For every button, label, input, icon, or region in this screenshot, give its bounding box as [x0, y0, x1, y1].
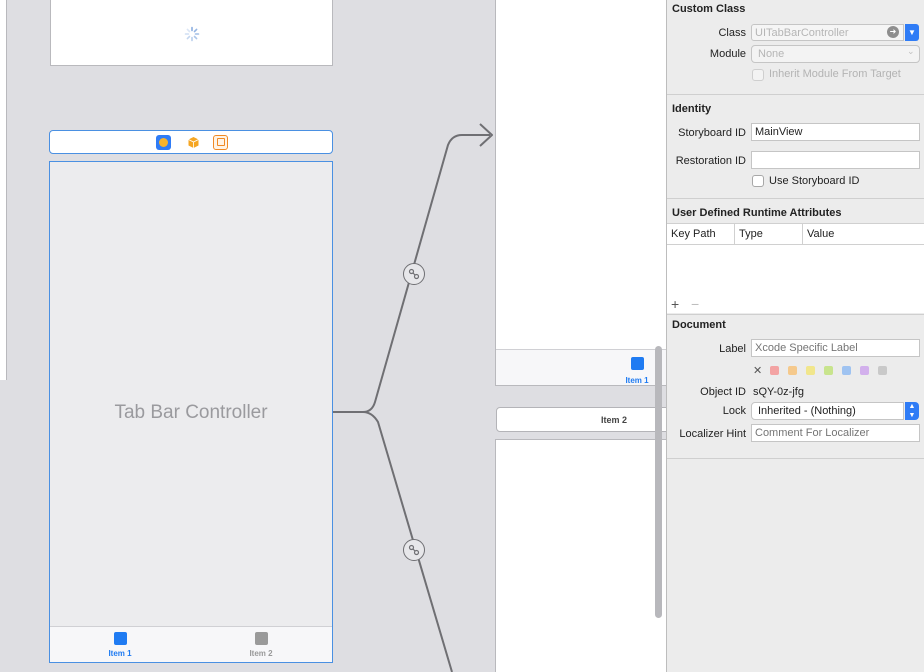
- use-storyboard-id-label: Use Storyboard ID: [769, 175, 860, 187]
- document-label-input[interactable]: [751, 339, 920, 357]
- column-divider: [734, 224, 735, 244]
- object-id-label: Object ID: [700, 386, 746, 398]
- document-label-label: Label: [719, 343, 746, 355]
- item-1-scene[interactable]: Item 1: [495, 0, 666, 386]
- color-label-swatch[interactable]: [860, 366, 869, 375]
- identity-title: Identity: [672, 103, 712, 115]
- runtime-attributes-header: Key Path Type Value: [667, 223, 924, 245]
- separator: [667, 458, 924, 459]
- storyboard-id-input[interactable]: [751, 123, 920, 141]
- inherit-module-checkbox[interactable]: [752, 69, 764, 81]
- separator: [667, 94, 924, 95]
- item-1-tab-bar[interactable]: Item 1: [496, 349, 666, 385]
- lock-label: Lock: [722, 405, 746, 417]
- relationship-segue-icon[interactable]: [403, 539, 425, 561]
- color-label-swatch[interactable]: [770, 366, 779, 375]
- class-jump-arrow-icon[interactable]: ➜: [887, 26, 899, 38]
- object-id-value: sQY-0z-jfg: [753, 386, 804, 398]
- canvas-vertical-scrollbar[interactable]: [655, 346, 662, 618]
- item-2-scene[interactable]: [495, 439, 666, 672]
- color-label-swatch[interactable]: [788, 366, 797, 375]
- item-2-scene-dock[interactable]: Item 2: [496, 407, 666, 432]
- identity-inspector: Custom Class Class UITabBarController ➜ …: [666, 0, 924, 672]
- separator: [667, 198, 924, 199]
- restoration-id-input[interactable]: [751, 151, 920, 169]
- relationship-segue-icon[interactable]: [403, 263, 425, 285]
- item-1-tab-icon: [630, 357, 644, 370]
- runtime-attributes-table[interactable]: + −: [667, 245, 924, 313]
- column-divider: [802, 224, 803, 244]
- storyboard-canvas[interactable]: Tab Bar Controller Item 1 Item 2 Item 1 …: [0, 0, 666, 672]
- column-value[interactable]: Value: [807, 228, 834, 240]
- custom-class-title: Custom Class: [672, 3, 746, 15]
- color-label-swatch[interactable]: [842, 366, 851, 375]
- column-type[interactable]: Type: [739, 228, 763, 240]
- runtime-attributes-title: User Defined Runtime Attributes: [672, 207, 842, 219]
- column-key-path[interactable]: Key Path: [671, 228, 716, 240]
- item-1-tab[interactable]: Item 1: [622, 357, 652, 385]
- lock-stepper-icon[interactable]: ▲ ▼: [905, 402, 919, 420]
- add-attribute-button[interactable]: +: [671, 297, 679, 311]
- class-label: Class: [718, 27, 746, 39]
- storyboard-id-label: Storyboard ID: [678, 127, 746, 139]
- use-storyboard-id-checkbox[interactable]: [752, 175, 764, 187]
- class-dropdown-chevron-icon[interactable]: ▼: [905, 24, 919, 41]
- class-field[interactable]: UITabBarController: [751, 24, 904, 41]
- lock-popup[interactable]: Inherited - (Nothing): [751, 402, 904, 420]
- color-label-swatch[interactable]: [806, 366, 815, 375]
- module-label: Module: [709, 48, 746, 60]
- module-chevron-icon: ⌄: [907, 46, 915, 56]
- localizer-hint-label: Localizer Hint: [679, 428, 746, 440]
- item-1-tab-label: Item 1: [625, 376, 649, 385]
- localizer-hint-input[interactable]: [751, 424, 920, 442]
- remove-attribute-button[interactable]: −: [691, 297, 699, 311]
- restoration-id-label: Restoration ID: [675, 155, 746, 167]
- color-label-swatch[interactable]: [824, 366, 833, 375]
- document-title: Document: [672, 319, 726, 331]
- separator: [667, 314, 924, 315]
- inherit-module-label: Inherit Module From Target: [769, 68, 901, 80]
- item-2-scene-title: Item 2: [601, 415, 628, 425]
- color-label-swatch[interactable]: [878, 366, 887, 375]
- module-popup[interactable]: None: [751, 45, 920, 63]
- clear-color-label-icon[interactable]: ✕: [753, 364, 762, 377]
